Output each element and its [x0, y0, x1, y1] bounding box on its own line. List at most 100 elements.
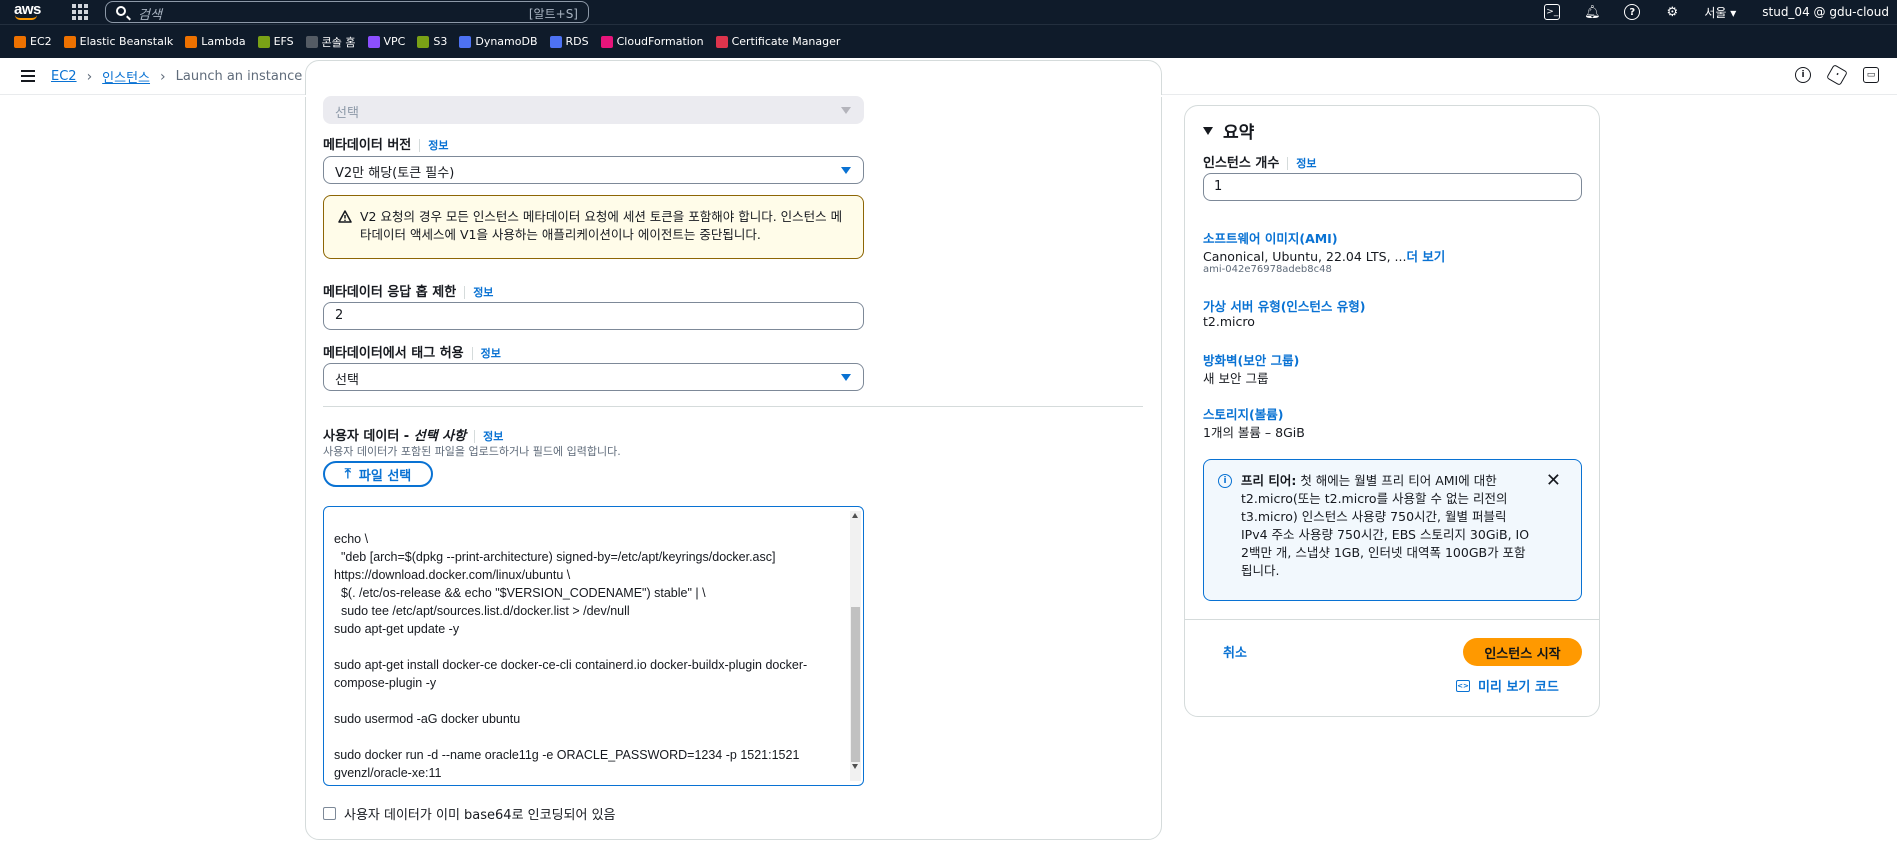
- choose-file-label: 파일 선택: [358, 468, 412, 484]
- warning-icon: [338, 210, 352, 223]
- instance-type-link[interactable]: 가상 서버 유형(인스턴스 유형): [1203, 296, 1365, 315]
- favorite-ec2[interactable]: EC2: [14, 35, 52, 48]
- service-icon: [63, 35, 76, 48]
- free-tier-title: 프리 티어:: [1241, 473, 1297, 488]
- favorite-label: Elastic Beanstalk: [79, 35, 174, 48]
- breadcrumb-instances[interactable]: 인스턴스: [102, 67, 150, 86]
- info-icon[interactable]: i: [1795, 67, 1811, 83]
- favorite-dynamodb[interactable]: DynamoDB: [459, 35, 538, 48]
- summary-divider: [1185, 619, 1599, 620]
- free-tier-info: i 프리 티어: 첫 해에는 월별 프리 티어 AMI에 대한 t2.micro…: [1203, 459, 1582, 601]
- info-link[interactable]: 정보: [464, 286, 494, 299]
- info-link[interactable]: 정보: [474, 430, 504, 443]
- ami-id: ami-042e76978adeb8c48: [1203, 264, 1332, 275]
- top-select-value: 선택: [335, 106, 359, 121]
- account-menu[interactable]: stud_04 @ gdu-cloud: [1762, 5, 1889, 19]
- hop-limit-label-text: 메타데이터 응답 홉 제한: [323, 285, 457, 300]
- breadcrumb-current: Launch an instance: [175, 69, 303, 84]
- tags-in-metadata-label-text: 메타데이터에서 태그 허용: [323, 346, 464, 361]
- ami-value-text: Canonical, Ubuntu, 22.04 LTS, ...: [1203, 249, 1407, 264]
- favorite-elastic-beanstalk[interactable]: Elastic Beanstalk: [63, 35, 174, 48]
- hop-limit-input[interactable]: 2: [323, 302, 864, 330]
- services-grid-icon[interactable]: [72, 4, 88, 20]
- metadata-version-label: 메타데이터 버전 정보: [323, 134, 449, 153]
- breadcrumb-ec2[interactable]: EC2: [51, 69, 77, 84]
- code-icon: <>: [1456, 679, 1470, 692]
- favorite-cloudformation[interactable]: CloudFormation: [600, 35, 704, 48]
- metadata-version-select[interactable]: V2만 해당(토큰 필수): [323, 156, 864, 184]
- info-icon: i: [1218, 474, 1232, 488]
- favorite-콘솔-홈[interactable]: 콘솔 홈: [305, 34, 356, 50]
- caret-down-icon: [841, 107, 851, 114]
- instance-count-label-text: 인스턴스 개수: [1203, 156, 1280, 171]
- hop-limit-label: 메타데이터 응답 홉 제한 정보: [323, 281, 494, 300]
- free-tier-text: 프리 티어: 첫 해에는 월별 프리 티어 AMI에 대한 t2.micro(또…: [1241, 472, 1531, 580]
- info-link[interactable]: 정보: [419, 139, 449, 152]
- launch-instance-label: 인스턴스 시작: [1484, 646, 1561, 662]
- aws-logo[interactable]: aws: [14, 1, 41, 20]
- info-link[interactable]: 정보: [471, 347, 501, 360]
- instance-count-value: 1: [1214, 179, 1223, 194]
- favorite-efs[interactable]: EFS: [257, 35, 294, 48]
- warning-text: V2 요청의 경우 모든 인스턴스 메타데이터 요청에 세션 토큰을 포함해야 …: [360, 209, 843, 242]
- service-icon: [14, 35, 26, 48]
- info-link[interactable]: 정보: [1287, 157, 1317, 170]
- service-icon: [417, 35, 430, 48]
- gear-icon[interactable]: ⚙: [1664, 4, 1680, 20]
- summary-title[interactable]: 요약: [1203, 118, 1254, 143]
- settings-hex-icon[interactable]: ·: [1826, 64, 1848, 86]
- favorite-s3[interactable]: S3: [417, 35, 447, 48]
- scroll-up-icon[interactable]: [852, 513, 858, 518]
- metadata-version-value: V2만 해당(토큰 필수): [335, 166, 455, 181]
- section-divider: [323, 406, 1143, 407]
- ami-value: Canonical, Ubuntu, 22.04 LTS, ...더 보기: [1203, 246, 1445, 265]
- tags-in-metadata-value: 선택: [335, 373, 359, 388]
- cancel-button[interactable]: 취소: [1223, 642, 1247, 661]
- bell-icon[interactable]: 🔔︎: [1584, 4, 1601, 20]
- scroll-thumb[interactable]: [851, 607, 860, 762]
- search-shortcut: [알트+S]: [528, 7, 578, 21]
- user-data-label-text: 사용자 데이터 -: [323, 429, 414, 444]
- user-data-textarea[interactable]: echo \ "deb [arch=$(dpkg --print-archite…: [323, 506, 864, 786]
- firewall-link[interactable]: 방화벽(보안 그룹): [1203, 350, 1299, 369]
- search-placeholder: 검색: [138, 8, 162, 23]
- search-input[interactable]: 검색 [알트+S]: [105, 1, 589, 23]
- tags-in-metadata-label: 메타데이터에서 태그 허용 정보: [323, 342, 501, 361]
- favorite-lambda[interactable]: Lambda: [185, 35, 246, 48]
- help-icon[interactable]: ?: [1624, 4, 1641, 20]
- base64-checkbox-label: 사용자 데이터가 이미 base64로 인코딩되어 있음: [344, 808, 616, 823]
- preview-code-button[interactable]: <> 미리 보기 코드: [1456, 676, 1559, 695]
- tags-in-metadata-select[interactable]: 선택: [323, 363, 864, 391]
- ami-link[interactable]: 소프트웨어 이미지(AMI): [1203, 228, 1338, 247]
- firewall-value: 새 보안 그룹: [1203, 371, 1269, 386]
- more-link[interactable]: 더 보기: [1406, 249, 1445, 264]
- hop-limit-value: 2: [335, 308, 344, 323]
- textarea-scrollbar[interactable]: [850, 511, 861, 781]
- launch-instance-button[interactable]: 인스턴스 시작: [1463, 638, 1582, 666]
- close-icon[interactable]: ✕: [1546, 470, 1561, 491]
- favorite-label: 콘솔 홈: [321, 35, 356, 49]
- choose-file-button[interactable]: ⤒ 파일 선택: [323, 461, 433, 487]
- user-data-description: 사용자 데이터가 포함된 파일을 업로드하거나 필드에 입력합니다.: [323, 445, 621, 458]
- user-data-label: 사용자 데이터 - 선택 사항 정보: [323, 425, 504, 444]
- favorite-vpc[interactable]: VPC: [367, 35, 406, 48]
- instance-count-input[interactable]: 1: [1203, 173, 1582, 201]
- menu-icon[interactable]: [21, 70, 35, 82]
- region-selector[interactable]: 서울 ▾: [1704, 4, 1736, 21]
- feedback-icon[interactable]: ▭: [1863, 67, 1879, 83]
- favorite-label: DynamoDB: [475, 35, 538, 48]
- top-navigation: aws 검색 [알트+S] >_ 🔔︎ ? ⚙ 서울 ▾ stud_04 @ g…: [0, 0, 1897, 24]
- storage-link[interactable]: 스토리지(볼륨): [1203, 404, 1283, 423]
- favorite-rds[interactable]: RDS: [549, 35, 589, 48]
- cloudshell-icon[interactable]: >_: [1544, 4, 1561, 20]
- favorite-label: VPC: [383, 35, 406, 48]
- base64-checkbox[interactable]: [323, 807, 336, 820]
- favorite-certificate-manager[interactable]: Certificate Manager: [715, 35, 840, 48]
- warning-alert: V2 요청의 경우 모든 인스턴스 메타데이터 요청에 세션 토큰을 포함해야 …: [323, 195, 864, 259]
- breadcrumb: EC2 › 인스턴스 › Launch an instance: [51, 67, 303, 87]
- search-icon: [116, 6, 126, 16]
- service-icon: [600, 35, 613, 48]
- scroll-down-icon[interactable]: [852, 764, 858, 769]
- upload-icon: ⤒: [344, 466, 351, 482]
- caret-down-icon: [841, 374, 851, 381]
